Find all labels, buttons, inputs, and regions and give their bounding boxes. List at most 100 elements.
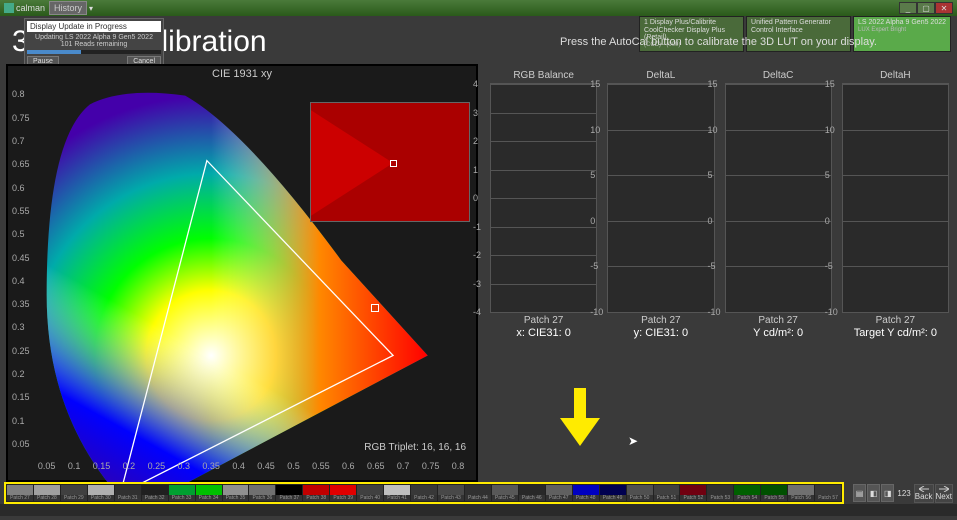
back-label: Back	[915, 492, 933, 501]
patch-swatch[interactable]: Patch 46	[519, 485, 545, 501]
next-button[interactable]: Next	[935, 484, 953, 503]
patch-label: Patch 41	[384, 495, 410, 501]
back-button[interactable]: Back	[914, 484, 934, 503]
patch-swatch[interactable]: Patch 48	[573, 485, 599, 501]
patch-color	[34, 485, 60, 495]
mini-ytick: 0	[473, 193, 478, 203]
patch-swatch[interactable]: Patch 44	[465, 485, 491, 501]
patch-label: Patch 46	[519, 495, 545, 501]
nav-icon-1[interactable]: ▤	[853, 484, 866, 502]
patch-swatch[interactable]: Patch 34	[196, 485, 222, 501]
mini-ytick: -2	[473, 250, 481, 260]
minimize-button[interactable]: _	[899, 2, 917, 14]
patch-label: Patch 48	[573, 495, 599, 501]
mini-ytick: 5	[708, 170, 713, 180]
cie-title: CIE 1931 xy	[8, 66, 476, 82]
instruction-text: Press the AutoCal button to calibrate th…	[490, 36, 947, 48]
patch-swatch[interactable]: Patch 41	[384, 485, 410, 501]
patch-swatch[interactable]: Patch 50	[627, 485, 653, 501]
patch-swatch[interactable]: Patch 33	[169, 485, 195, 501]
patch-color	[788, 485, 814, 495]
patch-label: Patch 29	[61, 495, 87, 501]
patch-swatch[interactable]: Patch 30	[88, 485, 114, 501]
mini-chart-sub: Patch 27	[607, 315, 714, 326]
x-tick: 0.6	[342, 461, 355, 471]
patch-swatch[interactable]: Patch 36	[249, 485, 275, 501]
patch-color	[357, 485, 383, 495]
mini-chart-title: DeltaC	[725, 70, 832, 81]
patch-swatch[interactable]: Patch 47	[546, 485, 572, 501]
patch-swatch[interactable]: Patch 29	[61, 485, 87, 501]
patch-label: Patch 33	[169, 495, 195, 501]
mini-chart-plot[interactable]: 43210-1-2-3-4	[490, 83, 597, 313]
patch-swatch[interactable]: Patch 56	[788, 485, 814, 501]
rgb-triplet-label: RGB Triplet: 16, 16, 16	[364, 442, 466, 453]
mini-ytick: 5	[825, 170, 830, 180]
nav-bar: ▤ ◧ ◨ 123 Back Next	[853, 482, 953, 504]
cie-inset	[310, 102, 470, 222]
history-chevron-icon[interactable]: ▾	[89, 4, 93, 13]
patch-swatch[interactable]: Patch 51	[654, 485, 680, 501]
patch-swatch[interactable]: Patch 27	[7, 485, 33, 501]
patch-swatch[interactable]: Patch 45	[492, 485, 518, 501]
patch-swatch[interactable]: Patch 28	[34, 485, 60, 501]
close-button[interactable]: ✕	[935, 2, 953, 14]
patch-color	[573, 485, 599, 495]
patch-strip[interactable]: Patch 27Patch 28Patch 29Patch 30Patch 31…	[4, 482, 844, 504]
patch-swatch[interactable]: Patch 53	[707, 485, 733, 501]
patch-swatch[interactable]: Patch 31	[115, 485, 141, 501]
mini-ytick: 0	[825, 216, 830, 226]
y-tick: 0.4	[12, 276, 25, 286]
x-tick: 0.65	[367, 461, 385, 471]
patch-swatch[interactable]: Patch 49	[600, 485, 626, 501]
patch-color	[680, 485, 706, 495]
mini-chart-plot[interactable]: 151050-5-10	[607, 83, 714, 313]
patch-label: Patch 39	[330, 495, 356, 501]
patch-swatch[interactable]: Patch 43	[438, 485, 464, 501]
nav-icon-3[interactable]: ◨	[881, 484, 894, 502]
x-tick: 0.4	[232, 461, 245, 471]
patch-swatch[interactable]: Patch 42	[411, 485, 437, 501]
maximize-button[interactable]: ▢	[917, 2, 935, 14]
x-tick: 0.05	[38, 461, 56, 471]
nav-icon-2[interactable]: ◧	[867, 484, 880, 502]
patch-color	[196, 485, 222, 495]
mini-chart-plot[interactable]: 151050-5-10	[842, 83, 949, 313]
mini-chart-plot[interactable]: 151050-5-10	[725, 83, 832, 313]
patch-label: Patch 31	[115, 495, 141, 501]
patch-swatch[interactable]: Patch 57	[815, 485, 841, 501]
x-tick: 0.2	[123, 461, 136, 471]
x-tick: 0.1	[68, 461, 81, 471]
tab-label: LS 2022 Alpha 9 Gen5 2022	[858, 19, 946, 27]
patch-label: Patch 40	[357, 495, 383, 501]
mini-ytick: 15	[708, 79, 718, 89]
patch-swatch[interactable]: Patch 54	[734, 485, 760, 501]
patch-color	[7, 485, 33, 495]
app-name: calman	[16, 3, 45, 13]
patch-label: Patch 51	[654, 495, 680, 501]
mini-chart-title: DeltaH	[842, 70, 949, 81]
patch-swatch[interactable]: Patch 52	[680, 485, 706, 501]
inset-target-marker	[390, 160, 397, 167]
x-tick: 0.35	[202, 461, 220, 471]
mini-ytick: 0	[708, 216, 713, 226]
y-tick: 0.25	[12, 346, 30, 356]
patch-swatch[interactable]: Patch 32	[142, 485, 168, 501]
patch-color	[627, 485, 653, 495]
patch-swatch[interactable]: Patch 39	[330, 485, 356, 501]
history-button[interactable]: History	[49, 1, 87, 15]
patch-label: Patch 42	[411, 495, 437, 501]
x-tick: 0.55	[312, 461, 330, 471]
patch-swatch[interactable]: Patch 40	[357, 485, 383, 501]
patch-swatch[interactable]: Patch 35	[223, 485, 249, 501]
patch-swatch[interactable]: Patch 55	[761, 485, 787, 501]
patch-color	[303, 485, 329, 495]
progress-field[interactable]: Display Update in Progress	[27, 21, 161, 32]
patch-swatch[interactable]: Patch 38	[303, 485, 329, 501]
x-tick: 0.45	[257, 461, 275, 471]
cie-chart[interactable]: 0.80.750.70.650.60.550.50.450.40.350.30.…	[8, 82, 476, 477]
mini-chart-sub: Patch 27	[490, 315, 597, 326]
patch-color	[142, 485, 168, 495]
patch-swatch[interactable]: Patch 37	[276, 485, 302, 501]
y-tick: 0.2	[12, 369, 25, 379]
